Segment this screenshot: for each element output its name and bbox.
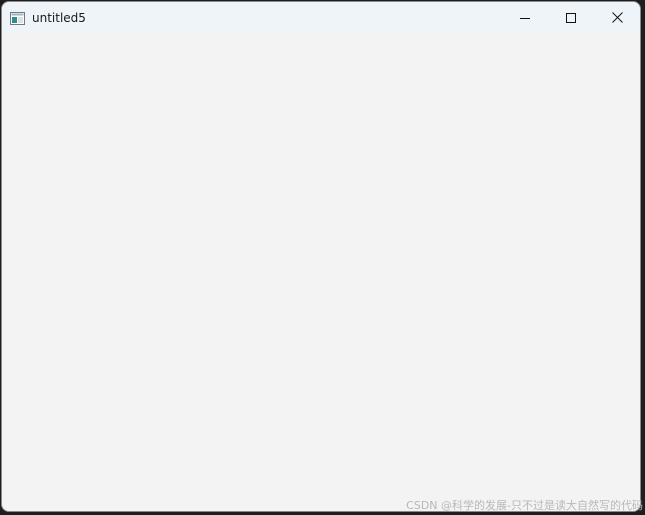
close-button[interactable] <box>594 2 640 33</box>
window-client-area <box>2 33 640 511</box>
app-window-icon <box>10 10 25 25</box>
maximize-icon <box>566 8 576 27</box>
minimize-icon <box>520 8 530 27</box>
app-window: untitled5 <box>1 1 641 512</box>
window-title: untitled5 <box>32 11 86 25</box>
minimize-button[interactable] <box>502 2 548 33</box>
title-bar[interactable]: untitled5 <box>2 2 640 33</box>
maximize-button[interactable] <box>548 2 594 33</box>
desktop: untitled5 CSDN @科学的发展-只不过是读大自然写的代码 <box>0 0 645 515</box>
csdn-watermark: CSDN @科学的发展-只不过是读大自然写的代码 <box>406 499 643 512</box>
close-icon <box>611 8 623 27</box>
